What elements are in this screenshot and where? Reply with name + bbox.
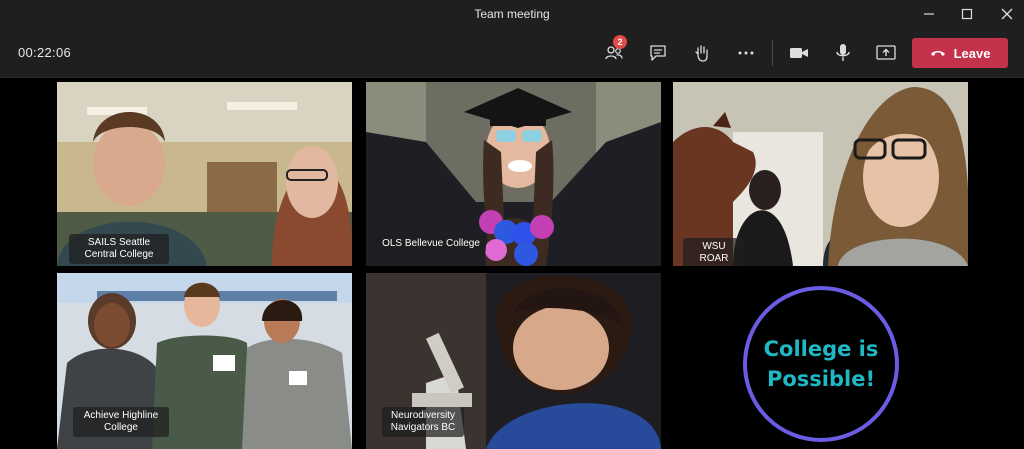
more-options-button[interactable] — [732, 39, 760, 67]
window-title: Team meeting — [474, 7, 550, 21]
share-screen-icon — [876, 45, 896, 60]
more-icon — [738, 51, 754, 55]
participants-button[interactable]: 2 — [600, 35, 628, 67]
chat-icon — [650, 45, 666, 61]
close-icon — [1001, 8, 1013, 20]
college-is-possible-graphic: College is Possible! — [743, 286, 899, 442]
video-tile-1[interactable]: SAILS Seattle Central College — [57, 82, 352, 266]
toolbar-divider — [772, 40, 773, 66]
share-screen-button[interactable] — [872, 39, 900, 67]
raise-hand-button[interactable] — [688, 39, 716, 67]
chat-button[interactable] — [644, 39, 672, 67]
video-tile-4[interactable]: Achieve Highline College — [57, 273, 352, 449]
maximize-button[interactable] — [953, 4, 981, 24]
graphic-line-2: Possible! — [766, 367, 876, 391]
minimize-button[interactable] — [915, 4, 943, 24]
tile-label: SAILS Seattle Central College — [69, 234, 169, 264]
tile-label: WSU ROAR — [683, 238, 745, 266]
microphone-button[interactable] — [829, 39, 857, 67]
camera-icon — [790, 48, 808, 58]
video-tile-3[interactable]: WSU ROAR — [673, 82, 968, 266]
minimize-icon — [924, 13, 934, 15]
meeting-timer: 00:22:06 — [18, 45, 72, 60]
maximize-icon — [961, 8, 973, 20]
leave-label: Leave — [953, 45, 991, 61]
leave-button[interactable]: Leave — [912, 38, 1008, 68]
raise-hand-icon — [695, 45, 708, 62]
tile-label: Neurodiversity Navigators BC — [382, 407, 464, 437]
camera-button[interactable] — [785, 39, 813, 67]
phone-hangup-icon — [930, 51, 945, 56]
microphone-icon — [836, 44, 850, 61]
close-window-button[interactable] — [993, 4, 1021, 24]
video-tile-2[interactable]: OLS Bellevue College — [366, 82, 661, 266]
tile-label: OLS Bellevue College — [376, 235, 486, 253]
video-tile-5[interactable]: Neurodiversity Navigators BC — [366, 273, 661, 449]
participants-count-badge: 2 — [613, 35, 627, 49]
title-bar: Team meeting — [0, 0, 1024, 28]
meeting-toolbar: 00:22:06 2 Leave — [0, 28, 1024, 78]
graphic-line-1: College is — [763, 337, 879, 361]
tile-label: Achieve Highline College — [73, 407, 169, 437]
